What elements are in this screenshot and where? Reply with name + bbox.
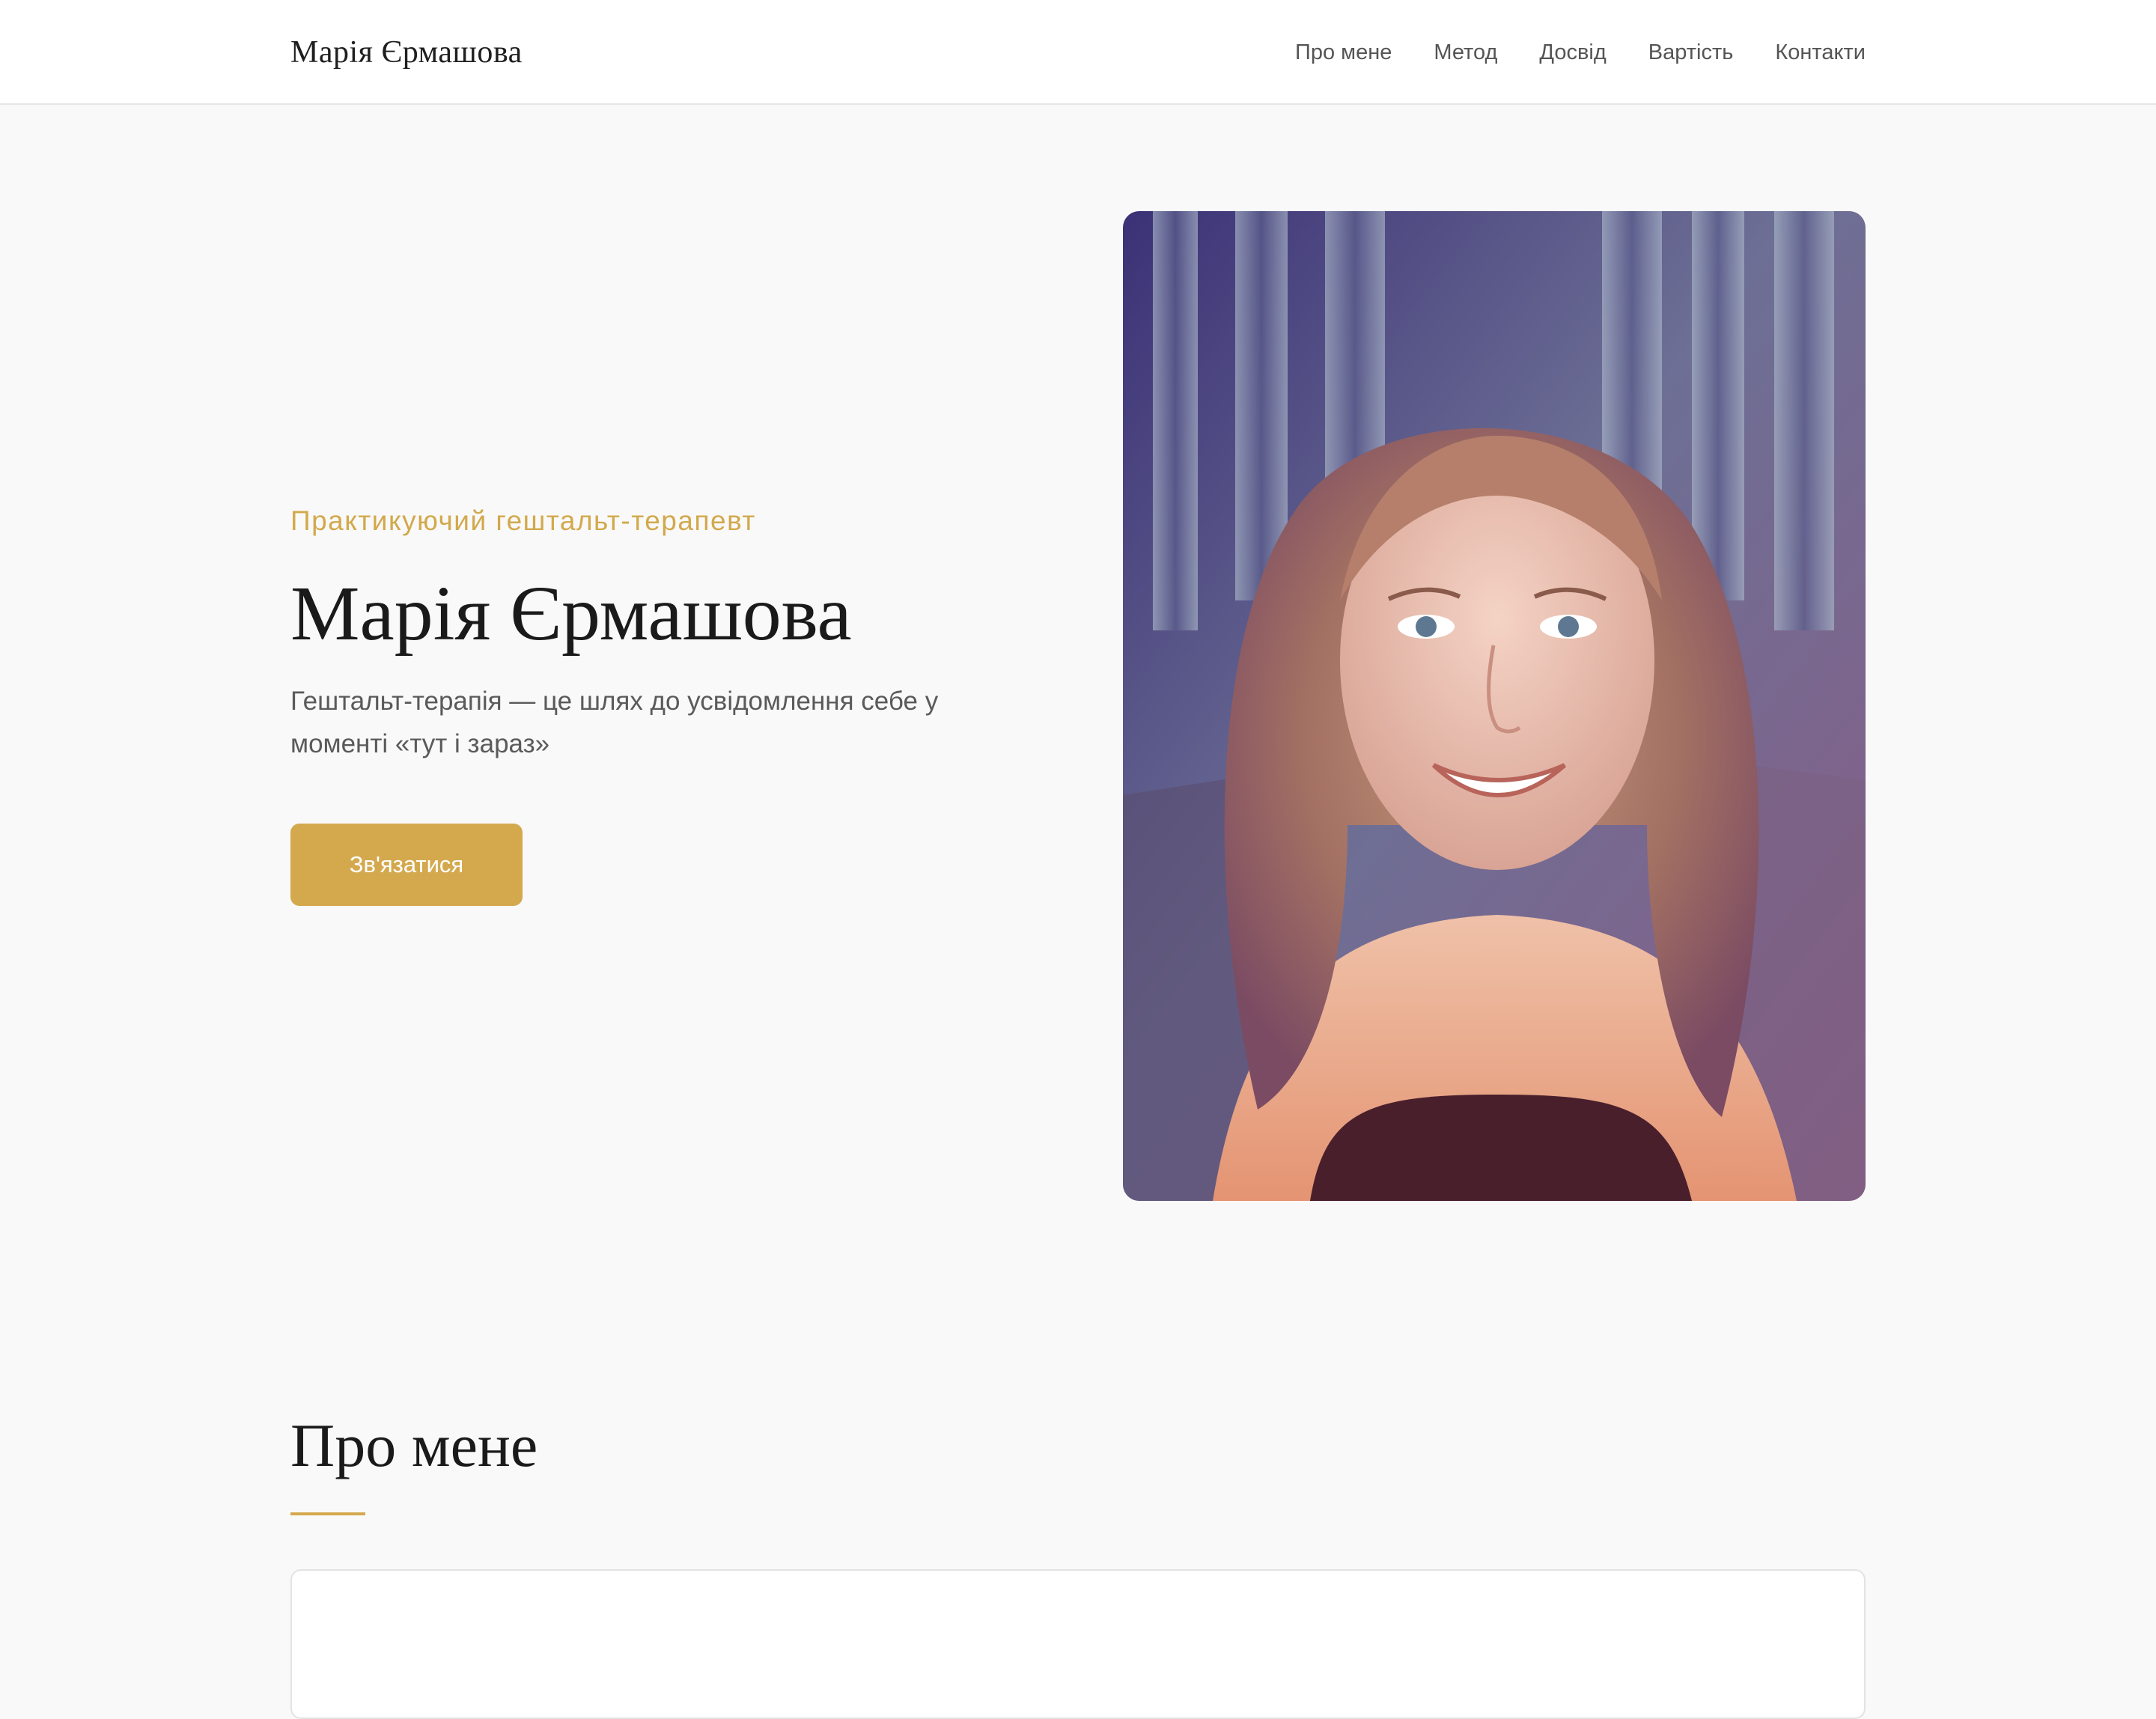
site-logo[interactable]: Марія Єрмашова — [290, 31, 523, 73]
portrait-photo — [1123, 211, 1866, 1201]
section-divider — [290, 1512, 365, 1515]
hero-title: Марія Єрмашова — [290, 571, 852, 657]
site-header: Марія Єрмашова Про мене Метод Досвід Вар… — [0, 0, 2156, 105]
about-section-title: Про мене — [290, 1411, 538, 1479]
main-nav: Про мене Метод Досвід Вартість Контакти — [1295, 34, 1866, 70]
hero-eyebrow: Практикуючий гештальт-терапевт — [290, 505, 756, 536]
nav-item-contacts[interactable]: Контакти — [1775, 34, 1866, 70]
nav-item-about[interactable]: Про мене — [1295, 34, 1392, 70]
hero-subtitle: Гештальт-терапія — це шлях до усвідомлен… — [290, 687, 939, 758]
hero-section: Практикуючий гештальт-терапевт Марія Єрм… — [290, 502, 1009, 765]
nav-item-experience[interactable]: Досвід — [1539, 34, 1606, 70]
nav-item-pricing[interactable]: Вартість — [1648, 34, 1734, 70]
about-card — [290, 1569, 1866, 1719]
nav-item-method[interactable]: Метод — [1434, 34, 1497, 70]
contact-button[interactable]: Зв'язатися — [290, 824, 523, 906]
